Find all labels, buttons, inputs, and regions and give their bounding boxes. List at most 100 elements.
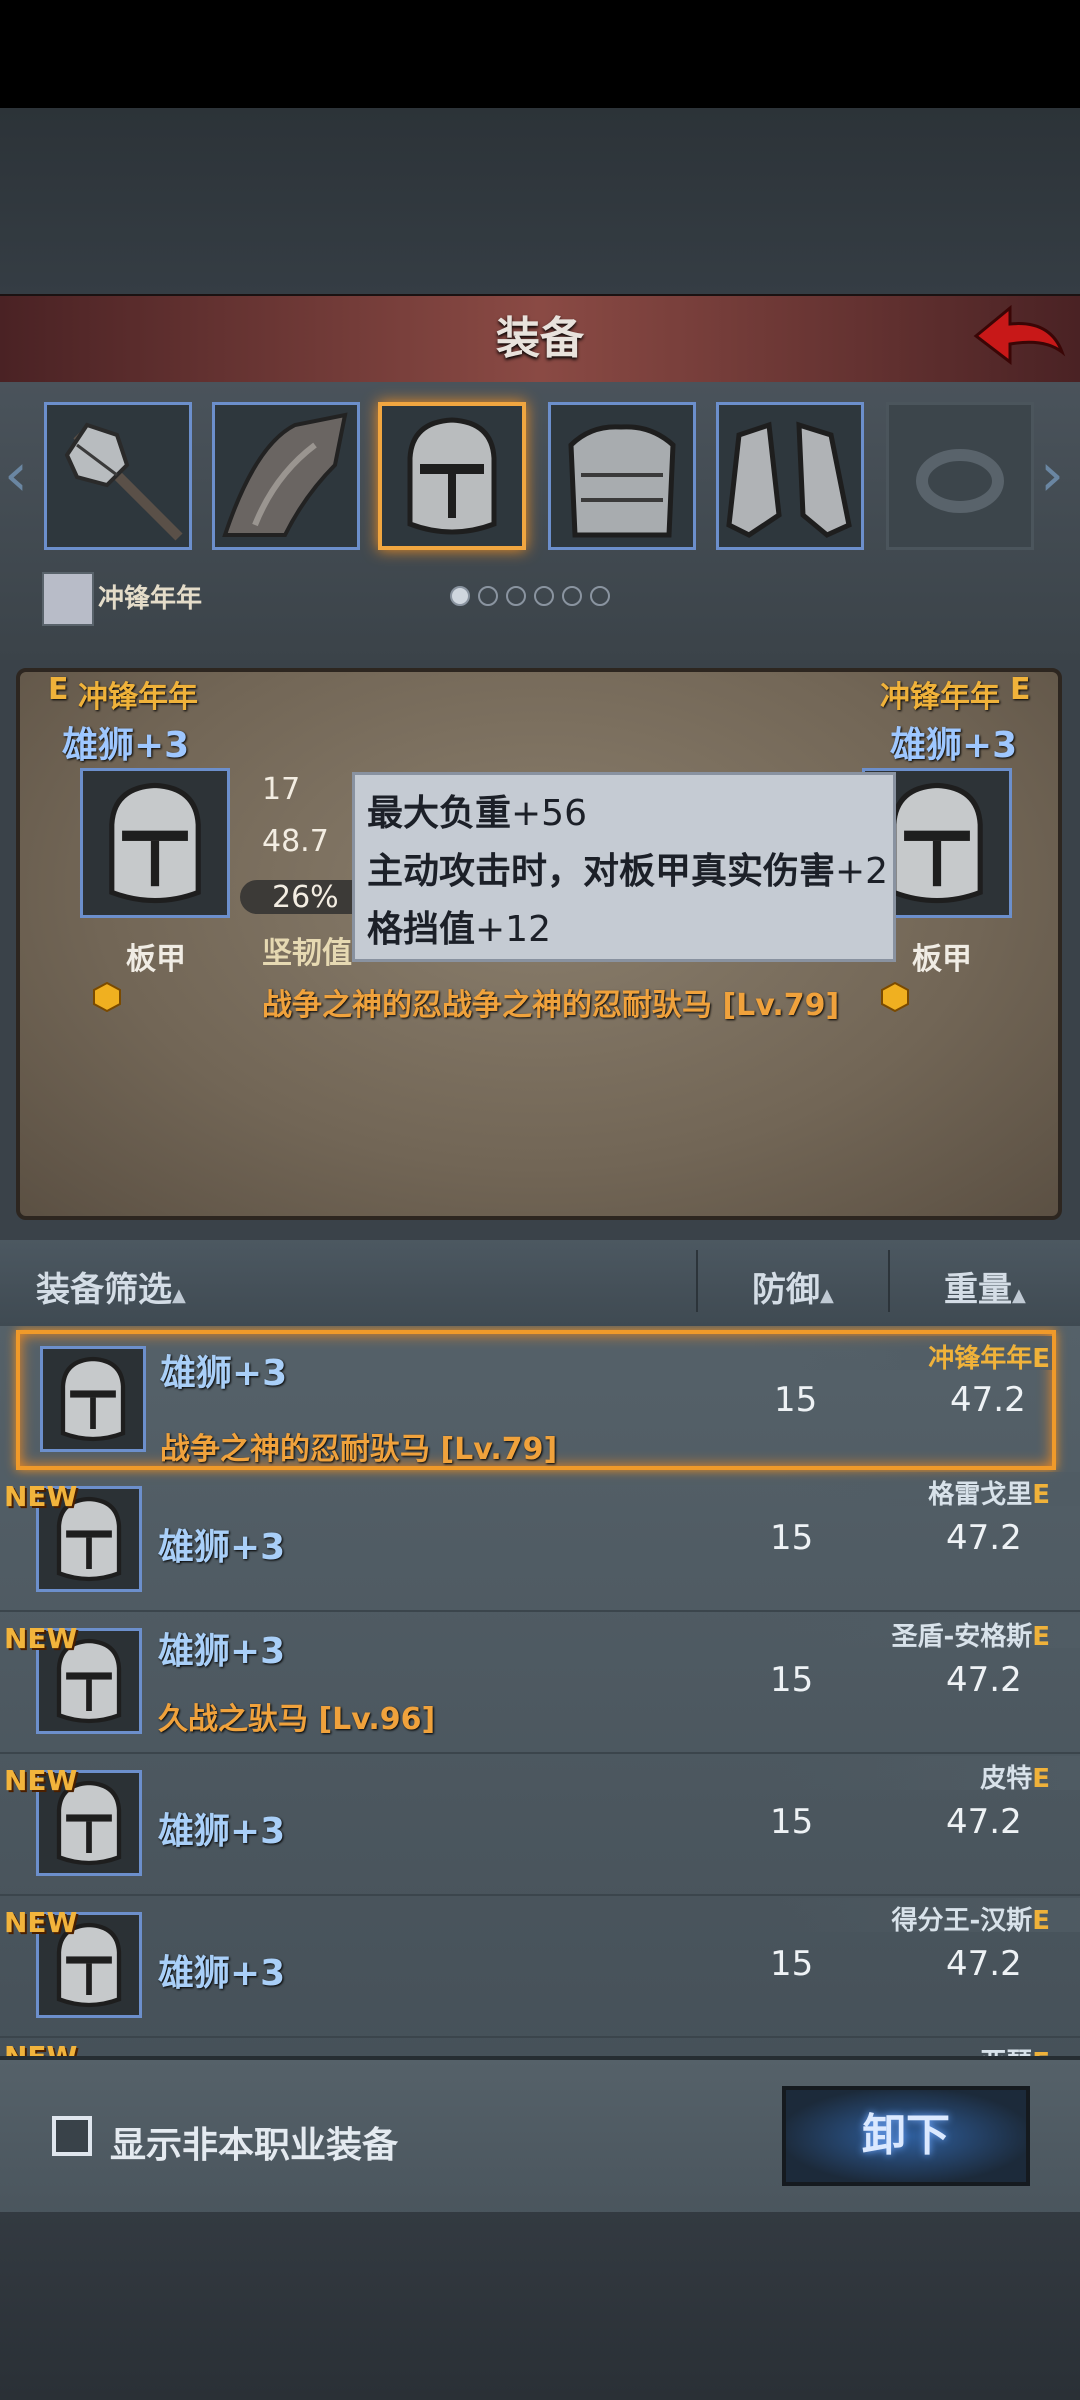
right-item-name: 雄狮+3 xyxy=(890,725,1018,766)
stat-value-2: 48.7 xyxy=(262,824,329,859)
gem-icon xyxy=(93,982,121,1012)
ring-slot[interactable] xyxy=(886,402,1034,550)
item-name: 雄狮+3 xyxy=(158,1527,286,1568)
bottom-background xyxy=(0,2212,1080,2400)
row-owner: 得分王-汉斯E xyxy=(891,1900,1050,1937)
item-defense: 15 xyxy=(770,1802,814,1842)
item-defense: 15 xyxy=(770,1660,814,1700)
filter-label: 装备筛选 xyxy=(36,1270,172,1310)
back-button[interactable] xyxy=(970,300,1066,372)
page-dot xyxy=(450,586,470,606)
equipment-row[interactable]: 皮特E NEW 雄狮+3 15 47.2 xyxy=(0,1754,1080,1896)
show-other-class-checkbox[interactable] xyxy=(52,2116,92,2156)
chest-armor-slot[interactable] xyxy=(548,402,696,550)
owner-grade: E xyxy=(1032,1764,1050,1794)
owner-grade: E xyxy=(1032,1906,1050,1936)
owner-grade: E xyxy=(1032,1480,1050,1510)
owner-name: 皮特 xyxy=(980,1764,1033,1794)
tooltip-stat-name: 格挡值 xyxy=(367,909,476,950)
toughness-label: 坚韧值 xyxy=(262,936,352,971)
sort-triangle-icon: ▲ xyxy=(820,1285,834,1306)
new-badge: NEW xyxy=(4,1622,78,1655)
slot-next-arrow[interactable]: › xyxy=(1040,440,1064,510)
owner-name: 得分王-汉斯 xyxy=(891,1906,1033,1936)
equipment-row[interactable]: 格雷戈里E NEW 雄狮+3 15 47.2 xyxy=(0,1470,1080,1612)
owner-name: 格雷戈里 xyxy=(928,1480,1033,1510)
row-owner: 冲锋年年E xyxy=(928,1338,1050,1375)
row-owner: 皮特E xyxy=(980,1758,1050,1795)
weight-sort-button[interactable]: 重量▲ xyxy=(944,1262,1026,1311)
new-badge: NEW xyxy=(4,1480,78,1513)
equipment-row[interactable]: 得分王-汉斯E NEW 雄狮+3 15 47.2 xyxy=(0,1896,1080,2038)
tooltip-stat-value: +56 xyxy=(511,793,587,834)
page-indicator xyxy=(450,586,640,612)
character-name: 冲锋年年 xyxy=(98,584,203,614)
mace-slot[interactable] xyxy=(44,402,192,550)
stat-value-1: 17 xyxy=(262,772,301,807)
row-owner: 格雷戈里E xyxy=(928,1474,1050,1511)
row-owner: 亚瑟E xyxy=(980,2042,1050,2056)
item-weight: 47.2 xyxy=(946,1802,1022,1842)
left-owner: 冲锋年年 xyxy=(78,680,198,715)
cloak-slot[interactable] xyxy=(212,402,360,550)
item-name: 雄狮+3 xyxy=(158,1953,286,1994)
boots-slot[interactable] xyxy=(716,402,864,550)
tooltip-line: 格挡值+12 xyxy=(367,901,881,959)
stat-percent: 26% xyxy=(272,880,339,915)
left-item-icon xyxy=(80,768,230,918)
tooltip-stat-value: +12 xyxy=(475,909,551,950)
item-icon xyxy=(40,1346,146,1452)
top-background xyxy=(0,108,1080,294)
owner-name: 圣盾-安格斯 xyxy=(891,1622,1033,1652)
item-defense: 15 xyxy=(774,1380,818,1420)
equipment-row[interactable]: 圣盾-安格斯E NEW 雄狮+3 久战之驮马 [Lv.96] 15 47.2 xyxy=(0,1612,1080,1754)
cloak-icon xyxy=(222,412,348,537)
helmet-slot[interactable] xyxy=(378,402,526,550)
tooltip-line: 最大负重+56 xyxy=(367,785,881,843)
item-enchant: 战争之神的忍耐驮马 [Lv.79] xyxy=(160,1424,557,1468)
equipment-row[interactable]: NEW 亚瑟E xyxy=(0,2038,1080,2056)
owner-grade: E xyxy=(1032,2048,1050,2056)
item-weight: 47.2 xyxy=(950,1380,1026,1420)
status-bar xyxy=(0,0,1080,108)
new-badge: NEW xyxy=(4,1906,78,1939)
right-grade: E xyxy=(1010,672,1031,707)
item-defense: 15 xyxy=(770,1944,814,1984)
tooltip-stat-name: 最大负重 xyxy=(367,793,512,834)
item-weight: 47.2 xyxy=(946,1518,1022,1558)
ring-icon xyxy=(916,449,1004,513)
tooltip-line: 主动攻击时，对板甲真实伤害+2 xyxy=(367,843,888,901)
tooltip-stat-name: 主动攻击时，对板甲真实伤害 xyxy=(367,851,836,892)
defense-sort-button[interactable]: 防御▲ xyxy=(752,1262,834,1311)
owner-name: 亚瑟 xyxy=(980,2048,1032,2056)
equipment-row[interactable]: 冲锋年年E 雄狮+3 战争之神的忍耐驮马 [Lv.79] 15 47.2 xyxy=(16,1330,1056,1470)
helmet-icon xyxy=(109,782,201,904)
enchant-level: [Lv.79] xyxy=(722,988,840,1023)
item-name: 雄狮+3 xyxy=(158,1631,286,1672)
column-divider xyxy=(888,1250,890,1312)
owner-name: 冲锋年年 xyxy=(928,1344,1033,1374)
enchant-name: 战争之神的忍战争之神的忍耐驮马 [Lv.79] xyxy=(262,980,839,1024)
helmet-icon xyxy=(407,417,497,535)
page-dot xyxy=(534,586,554,606)
back-arrow-icon xyxy=(973,304,1066,366)
equipment-list[interactable]: 冲锋年年E 雄狮+3 战争之神的忍耐驮马 [Lv.79] 15 47.2 格雷戈… xyxy=(0,1326,1080,2056)
checkbox-label[interactable]: 显示非本职业装备 xyxy=(110,2116,398,2168)
unequip-button[interactable]: 卸下 xyxy=(782,2086,1030,2186)
left-item-name: 雄狮+3 xyxy=(62,725,190,766)
enchant-level: [Lv.96] xyxy=(318,1702,436,1737)
page-title: 装备 xyxy=(496,313,584,364)
item-weight: 47.2 xyxy=(946,1944,1022,1984)
slot-prev-arrow[interactable]: ‹ xyxy=(4,440,28,510)
column-divider xyxy=(696,1250,698,1312)
right-owner: 冲锋年年 xyxy=(880,680,1000,715)
character-avatar[interactable] xyxy=(42,572,94,626)
mace-icon xyxy=(64,422,183,541)
filter-sort-button[interactable]: 装备筛选▲ xyxy=(36,1262,186,1311)
chest-armor-icon xyxy=(568,424,676,538)
new-badge: NEW xyxy=(4,2040,77,2056)
item-weight: 47.2 xyxy=(946,1660,1022,1700)
equipment-header: 装备 xyxy=(0,294,1080,384)
enchant-level: [Lv.79] xyxy=(440,1432,558,1467)
sort-triangle-icon: ▲ xyxy=(1012,1285,1026,1306)
